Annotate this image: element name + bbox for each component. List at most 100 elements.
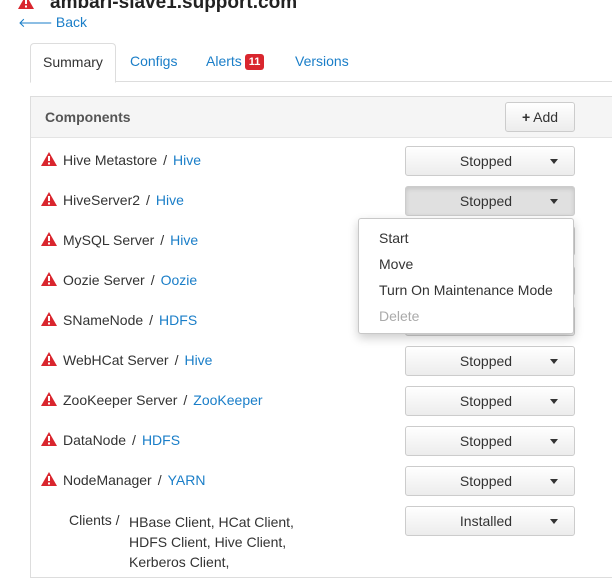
plus-icon: + xyxy=(521,109,531,125)
separator: / xyxy=(160,232,165,248)
tab-configs-label: Configs xyxy=(130,53,178,69)
caret-down-icon xyxy=(550,439,558,444)
alert-icon xyxy=(41,392,57,411)
component-name: NodeManager xyxy=(63,472,152,488)
component-status-dropdown[interactable]: Stopped xyxy=(405,386,575,416)
alert-icon xyxy=(41,272,57,291)
back-link[interactable]: 🡐 Back xyxy=(18,14,87,31)
status-label: Stopped xyxy=(459,393,513,409)
service-link[interactable]: YARN xyxy=(168,472,206,488)
separator: / xyxy=(163,152,168,168)
component-label: Oozie Server / Oozie xyxy=(63,272,197,288)
component-label: ZooKeeper Server / ZooKeeper xyxy=(63,392,263,408)
status-label: Stopped xyxy=(459,193,513,209)
component-label: Hive Metastore / Hive xyxy=(63,152,201,168)
alert-icon xyxy=(41,192,57,211)
panel-title: Components xyxy=(45,109,131,125)
caret-down-icon xyxy=(550,479,558,484)
component-name: Hive Metastore xyxy=(63,152,158,168)
separator: / xyxy=(146,192,150,208)
component-label: SNameNode / HDFS xyxy=(63,312,197,328)
component-label: DataNode / HDFS xyxy=(63,432,180,448)
component-status-dropdown[interactable]: Stopped xyxy=(405,426,575,456)
alert-icon xyxy=(41,232,57,251)
tab-alerts-label: Alerts xyxy=(206,53,242,69)
separator: / xyxy=(174,352,179,368)
component-label: WebHCat Server / Hive xyxy=(63,352,212,368)
component-label: HiveServer2 / Hive xyxy=(63,192,184,208)
caret-down-icon xyxy=(550,399,558,404)
component-row: DataNode / HDFS Stopped xyxy=(31,422,612,462)
menu-item-start[interactable]: Start xyxy=(379,230,409,246)
host-tabs: Summary Configs Alerts 11 Versions xyxy=(30,43,612,83)
component-row: NodeManager / YARN Stopped xyxy=(31,462,612,502)
clients-line: Kerberos Client, xyxy=(129,554,230,570)
tab-versions[interactable]: Versions xyxy=(283,43,361,80)
clients-label: Clients / xyxy=(69,512,120,528)
alert-icon xyxy=(41,472,57,491)
add-component-button[interactable]: + Add xyxy=(505,102,575,132)
separator: / xyxy=(183,392,188,408)
tab-configs[interactable]: Configs xyxy=(118,43,189,80)
service-link[interactable]: Hive xyxy=(170,232,198,248)
service-link[interactable]: Oozie xyxy=(161,272,198,288)
menu-item-maintenance-mode[interactable]: Turn On Maintenance Mode xyxy=(379,282,553,298)
service-link[interactable]: Hive xyxy=(184,352,212,368)
alert-icon xyxy=(41,432,57,451)
caret-down-icon xyxy=(550,199,558,204)
component-actions-menu: Start Move Turn On Maintenance Mode Dele… xyxy=(358,218,574,334)
component-name: Oozie Server xyxy=(63,272,145,288)
component-status-dropdown[interactable]: Stopped xyxy=(405,346,575,376)
service-link[interactable]: Hive xyxy=(173,152,201,168)
component-name: ZooKeeper Server xyxy=(63,392,178,408)
menu-item-move[interactable]: Move xyxy=(379,256,413,272)
caret-down-icon xyxy=(550,359,558,364)
menu-item-delete: Delete xyxy=(379,308,420,324)
component-row: HiveServer2 / Hive Stopped xyxy=(31,182,612,222)
alert-icon xyxy=(41,152,57,171)
service-link[interactable]: HDFS xyxy=(159,312,197,328)
tab-summary-label: Summary xyxy=(43,54,103,70)
arrow-left-icon: 🡐 xyxy=(18,15,53,30)
separator: / xyxy=(149,312,154,328)
tab-alerts[interactable]: Alerts 11 xyxy=(194,43,276,80)
component-label: NodeManager / YARN xyxy=(63,472,205,488)
alert-icon xyxy=(41,352,57,371)
caret-down-icon xyxy=(550,159,558,164)
separator: / xyxy=(157,472,162,488)
service-link[interactable]: ZooKeeper xyxy=(193,392,262,408)
status-label: Stopped xyxy=(459,433,513,449)
alert-icon xyxy=(18,0,34,14)
component-status-dropdown[interactable]: Stopped xyxy=(405,186,575,216)
tab-versions-label: Versions xyxy=(295,53,349,69)
host-header: ambari-slave1.support.com 🡐 Back xyxy=(0,0,612,40)
component-row: ZooKeeper Server / ZooKeeper Stopped xyxy=(31,382,612,422)
separator: / xyxy=(132,432,136,448)
component-row: WebHCat Server / Hive Stopped xyxy=(31,342,612,382)
clients-line: HBase Client, HCat Client, xyxy=(129,514,294,530)
component-name: MySQL Server xyxy=(63,232,155,248)
alert-icon xyxy=(41,312,57,331)
component-status-dropdown[interactable]: Stopped xyxy=(405,146,575,176)
add-button-label: Add xyxy=(533,109,559,125)
status-label: Stopped xyxy=(459,153,513,169)
host-name: ambari-slave1.support.com xyxy=(50,0,298,13)
component-name: DataNode xyxy=(63,432,127,448)
back-label: Back xyxy=(55,14,87,30)
component-label: MySQL Server / Hive xyxy=(63,232,198,248)
separator: / xyxy=(150,272,155,288)
clients-line: HDFS Client, Hive Client, xyxy=(129,534,287,550)
service-link[interactable]: HDFS xyxy=(142,432,180,448)
component-name: SNameNode xyxy=(63,312,144,328)
status-label: Installed xyxy=(459,513,513,529)
status-label: Stopped xyxy=(459,353,513,369)
clients-status-dropdown[interactable]: Installed xyxy=(405,506,575,536)
service-link[interactable]: Hive xyxy=(156,192,184,208)
component-name: WebHCat Server xyxy=(63,352,169,368)
component-status-dropdown[interactable]: Stopped xyxy=(405,466,575,496)
status-label: Stopped xyxy=(459,473,513,489)
component-name: HiveServer2 xyxy=(63,192,141,208)
components-panel-header: Components + Add xyxy=(31,97,612,138)
clients-list: HBase Client, HCat Client, HDFS Client, … xyxy=(129,512,329,572)
tab-summary[interactable]: Summary xyxy=(30,43,116,83)
